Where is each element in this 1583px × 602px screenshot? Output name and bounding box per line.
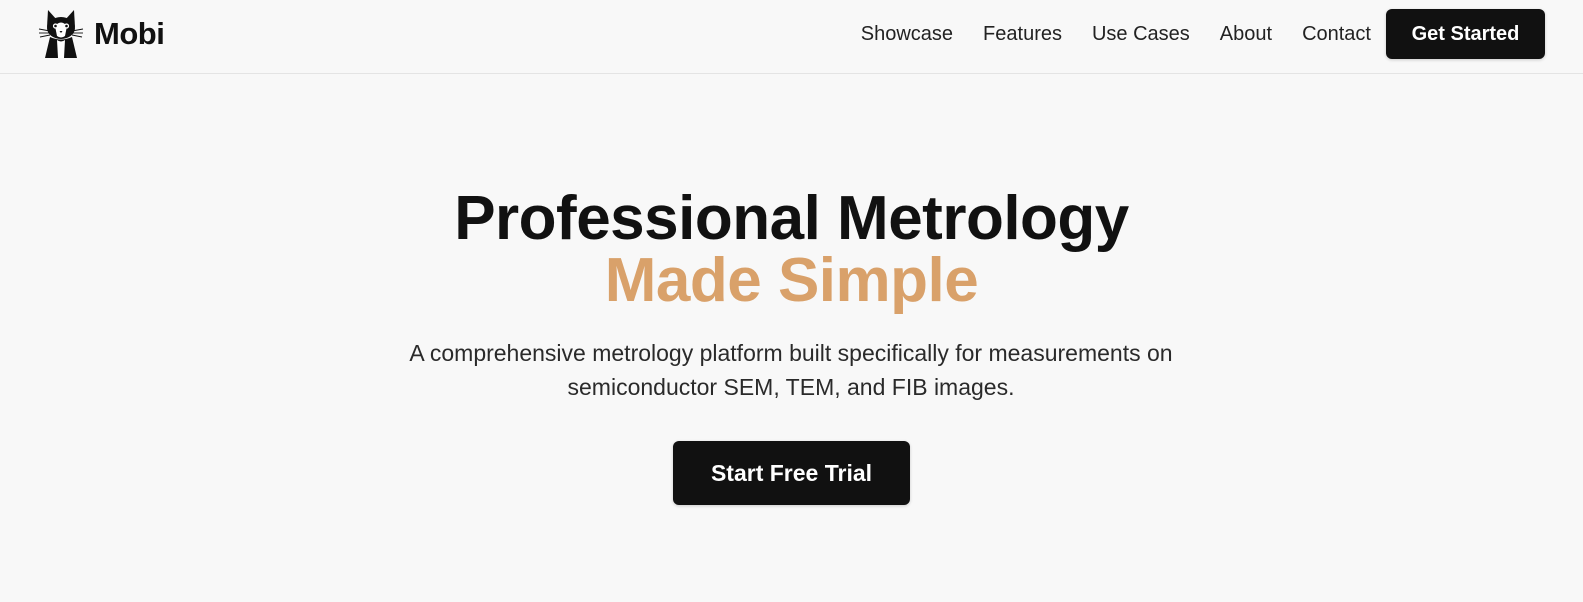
nav-link-contact[interactable]: Contact	[1302, 23, 1371, 46]
primary-nav: Showcase Features Use Cases About Contac…	[861, 0, 1371, 68]
top-navbar: Mobi Showcase Features Use Cases About C…	[0, 0, 1583, 74]
hero-section: Professional Metrology Made Simple A com…	[0, 74, 1583, 602]
get-started-button[interactable]: Get Started	[1386, 9, 1545, 59]
hero-subtitle-line-2: semiconductor SEM, TEM, and FIB images.	[567, 374, 1015, 400]
nav-link-about[interactable]: About	[1220, 23, 1272, 46]
hero-subtitle-line-1: A comprehensive metrology platform built…	[409, 340, 1173, 366]
nav-link-showcase[interactable]: Showcase	[861, 23, 953, 46]
hero-subtitle: A comprehensive metrology platform built…	[391, 336, 1191, 404]
nav-link-features[interactable]: Features	[983, 23, 1062, 46]
start-free-trial-button[interactable]: Start Free Trial	[673, 441, 910, 505]
brand-home-link[interactable]: Mobi	[38, 9, 165, 59]
nav-link-use-cases[interactable]: Use Cases	[1092, 23, 1190, 46]
cat-logo-icon	[38, 9, 84, 59]
brand-name: Mobi	[94, 16, 165, 51]
hero-title-accent: Made Simple	[604, 246, 979, 315]
hero-title: Professional Metrology	[454, 184, 1129, 253]
